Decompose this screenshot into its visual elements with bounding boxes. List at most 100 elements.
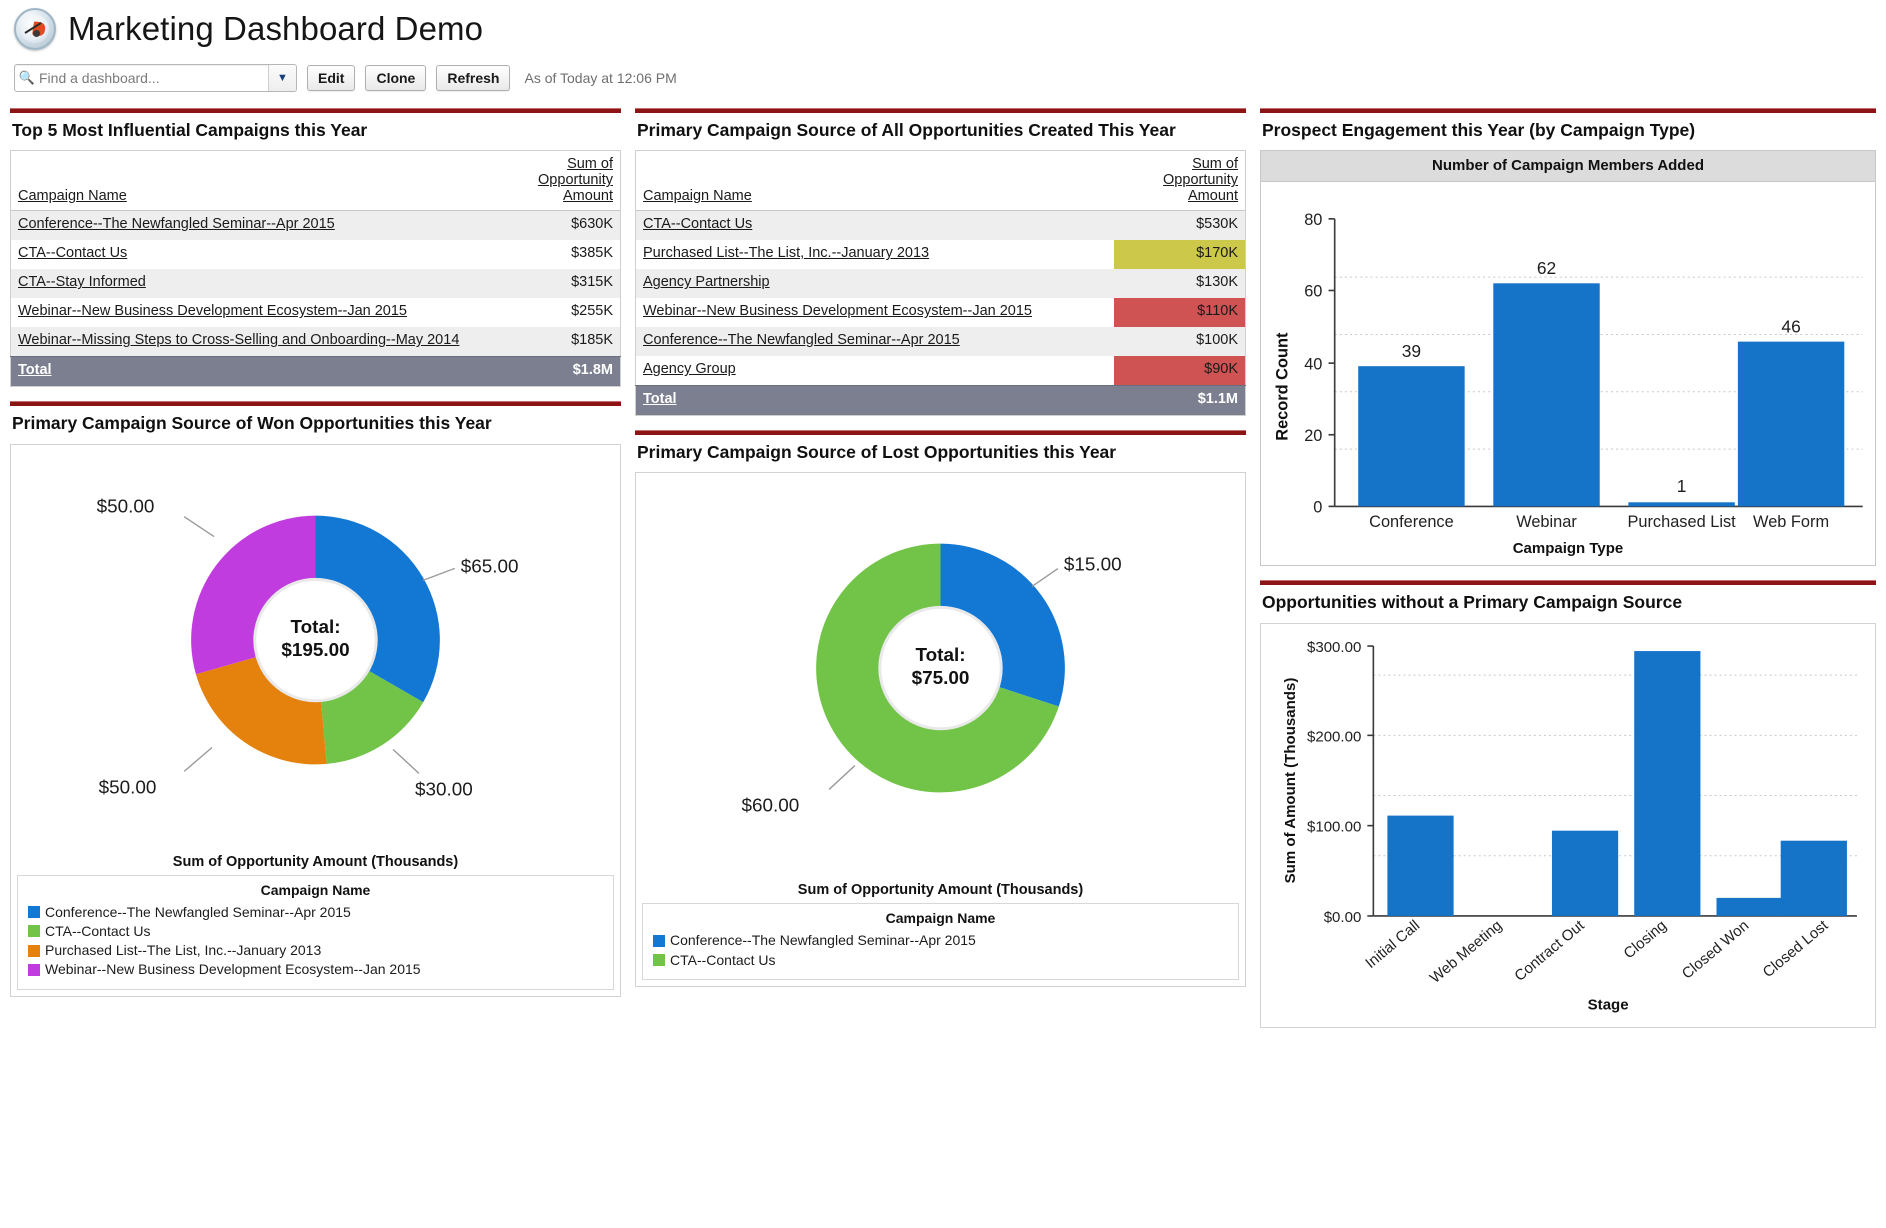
svg-text:46: 46	[1781, 317, 1800, 337]
y-axis-label: Sum of Amount (Thousands)	[1282, 677, 1299, 883]
column-header-campaign-name[interactable]: Campaign Name	[636, 151, 1114, 211]
legend-item[interactable]: Webinar--New Business Development Ecosys…	[28, 960, 603, 979]
campaign-link[interactable]: Agency Partnership	[643, 274, 770, 290]
table-header-row: Campaign Name Sum of OpportunityAmount	[636, 151, 1246, 211]
lost-donut-chart[interactable]: $15.00 $60.00 Total: $75.00	[642, 479, 1239, 882]
legend-item[interactable]: CTA--Contact Us	[653, 951, 1228, 970]
campaign-link[interactable]: Webinar--New Business Development Ecosys…	[643, 303, 1032, 319]
clone-button[interactable]: Clone	[365, 65, 426, 91]
y-tick-labels: $0.00 $100.00 $200.00 $300.00	[1307, 639, 1361, 926]
legend-label: CTA--Contact Us	[45, 922, 151, 941]
amount-cell: $315K	[489, 269, 621, 298]
table-row[interactable]: Webinar--New Business Development Ecosys…	[11, 298, 621, 327]
legend-item[interactable]: CTA--Contact Us	[28, 922, 603, 941]
table-total-row: Total $1.1M	[636, 386, 1246, 416]
table-row[interactable]: Conference--The Newfangled Seminar--Apr …	[636, 327, 1246, 356]
y-axis-label: Record Count	[1274, 332, 1292, 441]
legend-title: Campaign Name	[653, 910, 1228, 926]
won-donut-chart[interactable]: $65.00 $30.00 $50.00 $50.00 Total: $195.…	[17, 451, 614, 854]
campaign-link[interactable]: CTA--Stay Informed	[18, 274, 146, 290]
table-row[interactable]: Purchased List--The List, Inc.--January …	[636, 240, 1246, 269]
svg-text:$100.00: $100.00	[1307, 818, 1361, 835]
column-header-campaign-name[interactable]: Campaign Name	[11, 151, 489, 211]
legend-label: Webinar--New Business Development Ecosys…	[45, 960, 421, 979]
table-row[interactable]: CTA--Stay Informed $315K	[11, 269, 621, 298]
amount-cell: $385K	[489, 240, 621, 269]
table-row[interactable]: Conference--The Newfangled Seminar--Apr …	[11, 211, 621, 240]
svg-text:Closed Won: Closed Won	[1679, 917, 1752, 982]
component-won-opportunities-donut: Primary Campaign Source of Won Opportuni…	[10, 401, 621, 997]
edit-button[interactable]: Edit	[307, 65, 355, 91]
won-donut-svg[interactable]: $65.00 $30.00 $50.00 $50.00 Total: $195.…	[17, 451, 614, 849]
table-row[interactable]: Webinar--New Business Development Ecosys…	[636, 298, 1246, 327]
campaign-link[interactable]: Conference--The Newfangled Seminar--Apr …	[643, 332, 960, 348]
campaign-link[interactable]: Agency Group	[643, 361, 736, 377]
dashboard-finder[interactable]: 🔍 Find a dashboard... ▼	[14, 64, 297, 92]
bar-conference[interactable]	[1358, 367, 1464, 507]
slice-conference[interactable]	[316, 515, 440, 702]
component-title: Primary Campaign Source of All Opportuni…	[635, 113, 1246, 150]
search-input[interactable]: Find a dashboard...	[39, 70, 268, 86]
bar-webinar[interactable]	[1493, 284, 1599, 507]
bar-purchased-list[interactable]	[1628, 503, 1734, 507]
campaign-link[interactable]: CTA--Contact Us	[18, 245, 127, 261]
campaign-link[interactable]: Purchased List--The List, Inc.--January …	[643, 245, 929, 261]
refresh-button[interactable]: Refresh	[436, 65, 510, 91]
svg-text:Initial Call: Initial Call	[1362, 917, 1423, 972]
bar-initial-call[interactable]	[1387, 815, 1453, 915]
svg-text:80: 80	[1304, 211, 1322, 229]
bar-web-form[interactable]	[1738, 342, 1844, 507]
total-amount: $1.8M	[489, 357, 621, 387]
amount-cell: $130K	[1114, 269, 1246, 298]
bar-closed-won[interactable]	[1716, 898, 1782, 916]
bar-contract-out[interactable]	[1552, 830, 1618, 915]
column-header-amount[interactable]: Sum of OpportunityAmount	[489, 151, 621, 211]
dashboard-gauge-icon	[14, 8, 56, 50]
slice-purchased-list[interactable]	[196, 656, 327, 764]
table-row[interactable]: Agency Group $90K	[636, 356, 1246, 385]
campaign-link[interactable]: Webinar--New Business Development Ecosys…	[18, 303, 407, 319]
legend-swatch-icon	[28, 925, 40, 937]
x-tick-labels: Initial Call Web Meeting Contract Out Cl…	[1362, 916, 1832, 986]
lost-donut-svg[interactable]: $15.00 $60.00 Total: $75.00	[642, 479, 1239, 877]
legend-item[interactable]: Purchased List--The List, Inc.--January …	[28, 941, 603, 960]
total-label: Total	[18, 362, 52, 378]
svg-text:20: 20	[1304, 427, 1322, 445]
table-row[interactable]: Agency Partnership $130K	[636, 269, 1246, 298]
legend-item[interactable]: Conference--The Newfangled Seminar--Apr …	[28, 903, 603, 922]
campaign-link[interactable]: Conference--The Newfangled Seminar--Apr …	[18, 216, 335, 232]
svg-text:Contract Out: Contract Out	[1511, 916, 1588, 984]
dashboard-column-2: Primary Campaign Source of All Opportuni…	[635, 108, 1260, 1001]
svg-text:39: 39	[1402, 341, 1421, 361]
bar-closed-lost[interactable]	[1781, 840, 1847, 915]
campaign-link[interactable]: Webinar--Missing Steps to Cross-Selling …	[18, 332, 459, 348]
engagement-bar-svg[interactable]: 0 20 40 60 80 Record Count 39	[1261, 182, 1875, 535]
table-row[interactable]: Webinar--Missing Steps to Cross-Selling …	[11, 327, 621, 356]
component-all-opportunities: Primary Campaign Source of All Opportuni…	[635, 108, 1246, 416]
component-prospect-engagement: Prospect Engagement this Year (by Campai…	[1260, 108, 1876, 566]
legend-swatch-icon	[28, 964, 40, 976]
amount-cell: $255K	[489, 298, 621, 327]
leader-line	[184, 516, 214, 536]
chevron-down-icon[interactable]: ▼	[268, 65, 296, 91]
dashboard-grid: Top 5 Most Influential Campaigns this Ye…	[0, 108, 1886, 1042]
component-title: Primary Campaign Source of Won Opportuni…	[10, 406, 621, 443]
column-header-amount[interactable]: Sum of OpportunityAmount	[1114, 151, 1246, 211]
bar-closing[interactable]	[1634, 651, 1700, 916]
table-row[interactable]: CTA--Contact Us $530K	[636, 211, 1246, 240]
component-title: Top 5 Most Influential Campaigns this Ye…	[10, 113, 621, 150]
dashboard-toolbar: 🔍 Find a dashboard... ▼ Edit Clone Refre…	[0, 50, 1886, 92]
donut-axis-caption: Sum of Opportunity Amount (Thousands)	[642, 882, 1239, 898]
table-row[interactable]: CTA--Contact Us $385K	[11, 240, 621, 269]
legend-item[interactable]: Conference--The Newfangled Seminar--Apr …	[653, 931, 1228, 950]
slice-value-cta: $30.00	[415, 779, 473, 800]
engagement-frame: Number of Campaign Members Added	[1260, 150, 1876, 566]
legend-label: Conference--The Newfangled Seminar--Apr …	[45, 903, 351, 922]
slice-value-webinar: $50.00	[97, 496, 155, 517]
search-icon: 🔍	[15, 70, 39, 86]
donut-center-value: $75.00	[912, 668, 970, 689]
no-source-bar-svg[interactable]: $0.00 $100.00 $200.00 $300.00 Sum of Amo…	[1267, 630, 1869, 1016]
x-axis-label: Campaign Type	[1261, 540, 1875, 565]
campaign-link[interactable]: CTA--Contact Us	[643, 216, 752, 232]
svg-text:Conference: Conference	[1369, 513, 1454, 531]
